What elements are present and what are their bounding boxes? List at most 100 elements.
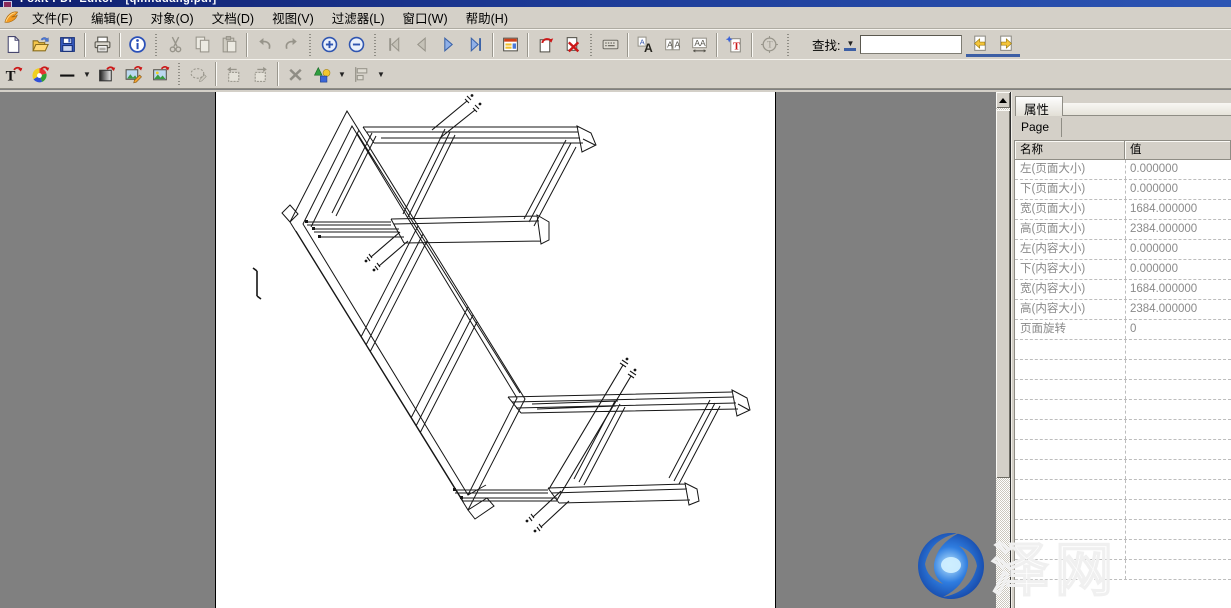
prop-value[interactable]: 2384.000000 [1125, 220, 1231, 239]
insert-image-button[interactable] [147, 62, 174, 86]
rotate-text-button[interactable]: T [0, 62, 27, 86]
delete-page-button[interactable] [559, 33, 586, 57]
delete-object-button[interactable] [282, 62, 309, 86]
toolbar-grip[interactable] [177, 63, 182, 85]
menu-document[interactable]: 文档(D) [203, 6, 263, 29]
edit-image-button[interactable] [120, 62, 147, 86]
prop-value[interactable]: 0.000000 [1125, 260, 1231, 279]
find-next-button[interactable] [993, 33, 1020, 57]
table-row[interactable]: 下(内容大小)0.000000 [1015, 260, 1231, 280]
redo-button[interactable] [278, 33, 305, 57]
insert-text-button[interactable]: T [721, 33, 748, 57]
scrollbar-thumb[interactable] [996, 110, 1010, 478]
last-page-button[interactable] [462, 33, 489, 57]
color-wheel-button[interactable] [27, 62, 54, 86]
prop-value[interactable]: 2384.000000 [1125, 300, 1231, 319]
page-form-button[interactable] [497, 33, 524, 57]
first-page-button[interactable] [381, 33, 408, 57]
open-button[interactable] [27, 33, 54, 57]
print-button[interactable] [89, 33, 116, 57]
menu-window[interactable]: 窗口(W) [394, 6, 457, 29]
table-row[interactable]: 左(内容大小)0.000000 [1015, 240, 1231, 260]
prop-value[interactable]: 1684.000000 [1125, 280, 1231, 299]
zoom-out-button[interactable] [343, 33, 370, 57]
menu-object[interactable]: 对象(O) [142, 6, 203, 29]
toolbar-separator [627, 33, 629, 57]
cut-button[interactable] [162, 33, 189, 57]
table-row[interactable]: 宽(内容大小)1684.000000 [1015, 280, 1231, 300]
gradient-fill-button[interactable] [93, 62, 120, 86]
toolbar-grip[interactable] [154, 34, 159, 56]
empty-row [1015, 400, 1231, 420]
menu-help[interactable]: 帮助(H) [457, 6, 517, 29]
find-previous-button[interactable] [966, 33, 993, 57]
table-row[interactable]: 高(页面大小)2384.000000 [1015, 220, 1231, 240]
new-document-button[interactable] [0, 33, 27, 57]
previous-page-button[interactable] [408, 33, 435, 57]
prop-value[interactable]: 0.000000 [1125, 160, 1231, 179]
info-button[interactable] [124, 33, 151, 57]
rotate-selection-left-button[interactable] [220, 62, 247, 86]
line-style-button[interactable] [54, 62, 81, 86]
vertical-scrollbar[interactable] [996, 92, 1010, 608]
align-objects-dropdown[interactable]: ▼ [375, 70, 387, 79]
find-dropdown-arrow[interactable]: ▼ [844, 39, 856, 51]
save-button[interactable] [54, 33, 81, 57]
paste-button[interactable] [216, 33, 243, 57]
find-label: 查找: [808, 35, 844, 54]
align-objects-button[interactable] [348, 62, 375, 86]
insert-shape-button[interactable] [309, 62, 336, 86]
document-swoosh-icon[interactable] [3, 9, 20, 26]
empty-row [1015, 460, 1231, 480]
table-row[interactable]: 页面旋转0 [1015, 320, 1231, 340]
toolbar-grip[interactable] [308, 34, 313, 56]
document-view[interactable] [0, 92, 1010, 608]
prop-value[interactable]: 0.000000 [1125, 240, 1231, 259]
empty-row [1015, 500, 1231, 520]
menu-edit[interactable]: 编辑(E) [82, 6, 142, 29]
prop-value[interactable]: 0 [1125, 320, 1231, 339]
prop-value[interactable]: 1684.000000 [1125, 200, 1231, 219]
line-style-dropdown[interactable]: ▼ [81, 70, 93, 79]
svg-text:AA: AA [694, 38, 706, 48]
toolbar-grip[interactable] [786, 34, 791, 56]
properties-tab[interactable]: 属性 [1015, 96, 1063, 116]
table-row[interactable]: 宽(页面大小)1684.000000 [1015, 200, 1231, 220]
find-input[interactable] [860, 35, 962, 54]
prop-value[interactable]: 0.000000 [1125, 180, 1231, 199]
keyboard-button[interactable] [597, 33, 624, 57]
toolbar-grip[interactable] [589, 34, 594, 56]
panel-caption: 属性 [1015, 96, 1231, 116]
panel-tab-row: Page [1015, 118, 1231, 137]
toolbar-grip[interactable] [373, 34, 378, 56]
empty-row [1015, 520, 1231, 540]
undo-button[interactable] [251, 33, 278, 57]
menu-file[interactable]: 文件(F) [23, 6, 82, 29]
zoom-in-button[interactable] [316, 33, 343, 57]
toolbar-separator [119, 33, 121, 57]
next-page-button[interactable] [435, 33, 462, 57]
insert-shape-dropdown[interactable]: ▼ [336, 70, 348, 79]
table-row[interactable]: 下(页面大小)0.000000 [1015, 180, 1231, 200]
scroll-up-button[interactable] [996, 92, 1010, 108]
table-row[interactable]: 左(页面大小)0.000000 [1015, 160, 1231, 180]
menu-filter[interactable]: 过滤器(L) [323, 6, 394, 29]
prop-name: 左(内容大小) [1015, 240, 1125, 259]
tab-page[interactable]: Page [1015, 118, 1062, 137]
properties-table: 名称 值 左(页面大小)0.000000 下(页面大小)0.000000 宽(页… [1014, 140, 1231, 608]
find-group: 查找: ▼ [808, 33, 1020, 57]
table-row[interactable]: 高(内容大小)2384.000000 [1015, 300, 1231, 320]
prop-name: 宽(页面大小) [1015, 200, 1125, 219]
word-spacing-button[interactable]: AA [686, 33, 713, 57]
text-circle-button[interactable]: T [756, 33, 783, 57]
font-select-button[interactable]: AA [632, 33, 659, 57]
menu-view[interactable]: 视图(V) [263, 6, 323, 29]
rotate-selection-right-button[interactable] [247, 62, 274, 86]
toolbar-separator [751, 33, 753, 57]
toolbar-separator [492, 33, 494, 57]
edit-object-button[interactable] [185, 62, 212, 86]
copy-button[interactable] [189, 33, 216, 57]
char-spacing-button[interactable]: AA [659, 33, 686, 57]
rotate-page-button[interactable] [532, 33, 559, 57]
empty-row [1015, 380, 1231, 400]
